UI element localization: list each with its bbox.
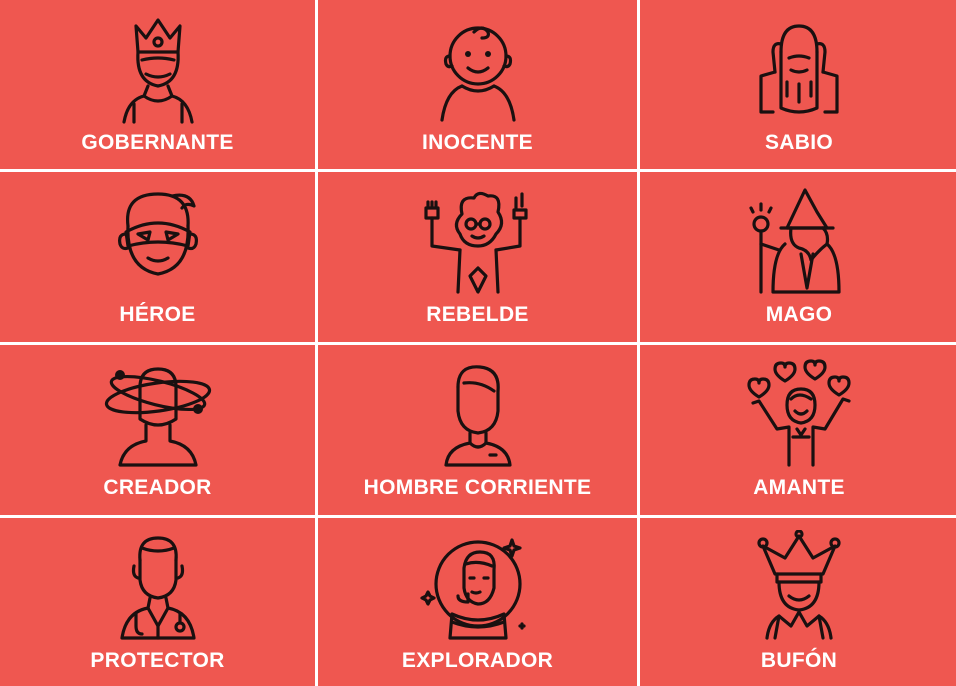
lover-hearts-icon xyxy=(739,357,859,469)
tile-mago: MAGO xyxy=(640,172,956,342)
tile-label: REBELDE xyxy=(426,303,529,326)
tile-label: HOMBRE CORRIENTE xyxy=(363,476,592,499)
tile-amante: AMANTE xyxy=(640,345,956,515)
tile-gobernante: GOBERNANTE xyxy=(0,0,315,169)
rebel-rock-hands-icon xyxy=(418,184,538,296)
jester-icon xyxy=(739,530,859,642)
tile-creador: CREADOR xyxy=(0,345,315,515)
tile-sabio: SABIO xyxy=(640,0,956,169)
tile-heroe: HÉROE xyxy=(0,172,315,342)
tile-label: CREADOR xyxy=(103,476,212,499)
tile-label: HÉROE xyxy=(119,303,196,326)
wizard-icon xyxy=(739,184,859,296)
tile-label: BUFÓN xyxy=(760,649,838,672)
tile-label: AMANTE xyxy=(753,476,845,499)
bearded-sage-icon xyxy=(739,12,859,124)
crowned-ruler-icon xyxy=(98,12,218,124)
tile-label: GOBERNANTE xyxy=(81,131,234,154)
masked-hero-icon xyxy=(98,184,218,296)
creator-orbit-icon xyxy=(98,357,218,469)
tile-label: MAGO xyxy=(765,303,833,326)
tile-label: INOCENTE xyxy=(422,131,533,154)
tile-protector: PROTECTOR xyxy=(0,518,315,686)
tile-label: PROTECTOR xyxy=(90,649,225,672)
astronaut-explorer-icon xyxy=(418,530,538,642)
tile-hombre-corriente: HOMBRE CORRIENTE xyxy=(318,345,637,515)
tile-inocente: INOCENTE xyxy=(318,0,637,169)
tile-explorador: EXPLORADOR xyxy=(318,518,637,686)
tile-rebelde: REBELDE xyxy=(318,172,637,342)
tile-bufon: BUFÓN xyxy=(640,518,956,686)
baby-icon xyxy=(418,12,538,124)
doctor-protector-icon xyxy=(98,530,218,642)
everyman-icon xyxy=(418,357,538,469)
tile-label: EXPLORADOR xyxy=(401,649,554,672)
archetype-grid: GOBERNANTE INOCENTE SABIO HÉROE REBELDE … xyxy=(0,0,956,686)
tile-label: SABIO xyxy=(764,131,833,154)
